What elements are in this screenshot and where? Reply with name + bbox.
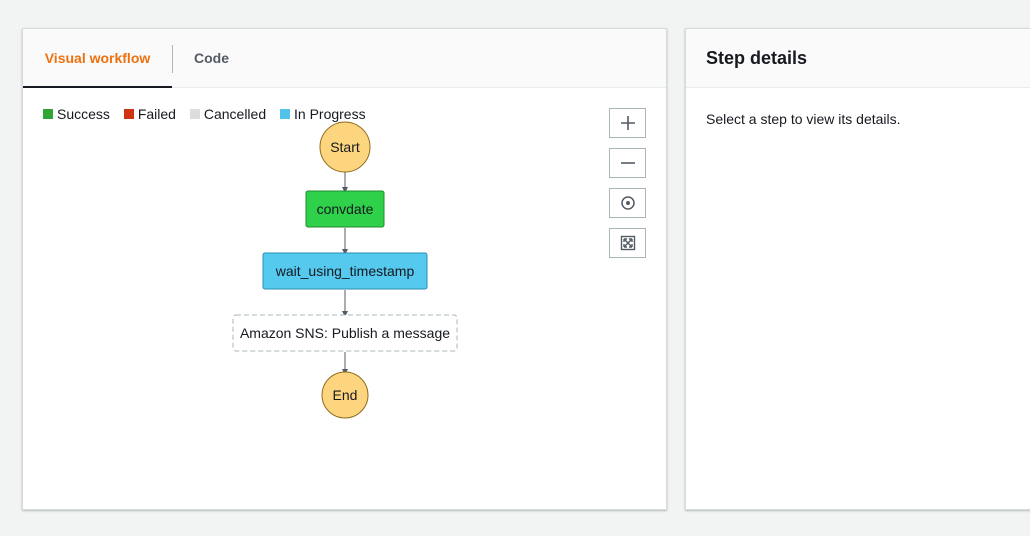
cancelled-swatch xyxy=(189,109,200,120)
success-swatch xyxy=(43,109,53,120)
failed-swatch xyxy=(123,109,134,120)
step-details-title: Step details xyxy=(706,48,808,68)
workflow-graph: Start convdate wait_using_timestamp Amaz… xyxy=(232,121,458,419)
expand-icon xyxy=(620,235,635,251)
legend-item-in-progress: In Progress xyxy=(280,106,366,122)
legend-label-failed: Failed xyxy=(137,106,176,122)
zoom-out-button[interactable] xyxy=(609,148,646,178)
zoom-in-button[interactable] xyxy=(609,108,646,138)
node-convdate-label: convdate xyxy=(317,201,374,217)
legend-item-failed: Failed xyxy=(123,106,176,122)
node-sns-publish[interactable]: Amazon SNS: Publish a message xyxy=(232,314,458,352)
center-button[interactable] xyxy=(609,188,646,218)
node-end-label: End xyxy=(333,387,358,403)
node-sns-label: Amazon SNS: Publish a message xyxy=(240,325,450,341)
legend-label-cancelled: Cancelled xyxy=(203,106,267,122)
node-wait-label: wait_using_timestamp xyxy=(275,263,415,279)
legend-label-in-progress: In Progress xyxy=(294,106,366,122)
step-details-panel: Step details Select a step to view its d… xyxy=(685,28,1030,510)
in-progress-swatch xyxy=(280,109,290,120)
legend-item-success: Success xyxy=(43,106,110,122)
minus-icon xyxy=(620,162,635,164)
step-details-hint: Select a step to view its details. xyxy=(706,111,901,127)
workflow-panel: Visual workflow Code Start convdate wait… xyxy=(22,28,667,510)
node-end[interactable]: End xyxy=(321,371,369,419)
node-start-label: Start xyxy=(330,139,360,155)
node-wait-using-timestamp[interactable]: wait_using_timestamp xyxy=(262,252,428,290)
legend-item-cancelled: Cancelled xyxy=(189,106,267,122)
node-start[interactable]: Start xyxy=(319,121,371,173)
legend-label-success: Success xyxy=(57,106,110,122)
status-legend: Success Failed Cancelled In Progress xyxy=(43,106,376,122)
fit-to-screen-button[interactable] xyxy=(609,228,646,258)
target-icon xyxy=(620,196,635,210)
plus-icon xyxy=(620,116,635,130)
node-convdate[interactable]: convdate xyxy=(305,190,385,228)
